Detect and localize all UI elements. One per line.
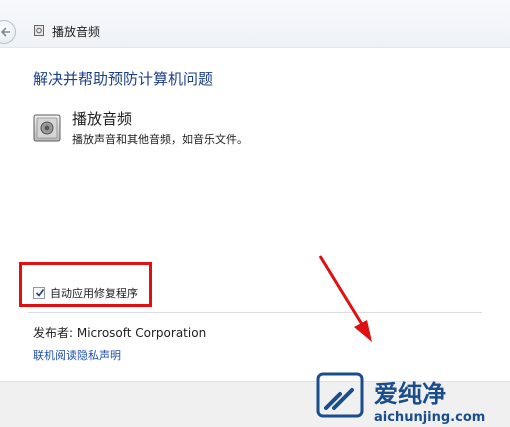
- red-arrow-annotation: [318, 255, 372, 342]
- watermark-logo: 爱纯净 aichunjing.com: [316, 372, 485, 425]
- watermark-brand: 爱纯净: [374, 380, 446, 408]
- watermark-url: aichunjing.com: [374, 410, 485, 425]
